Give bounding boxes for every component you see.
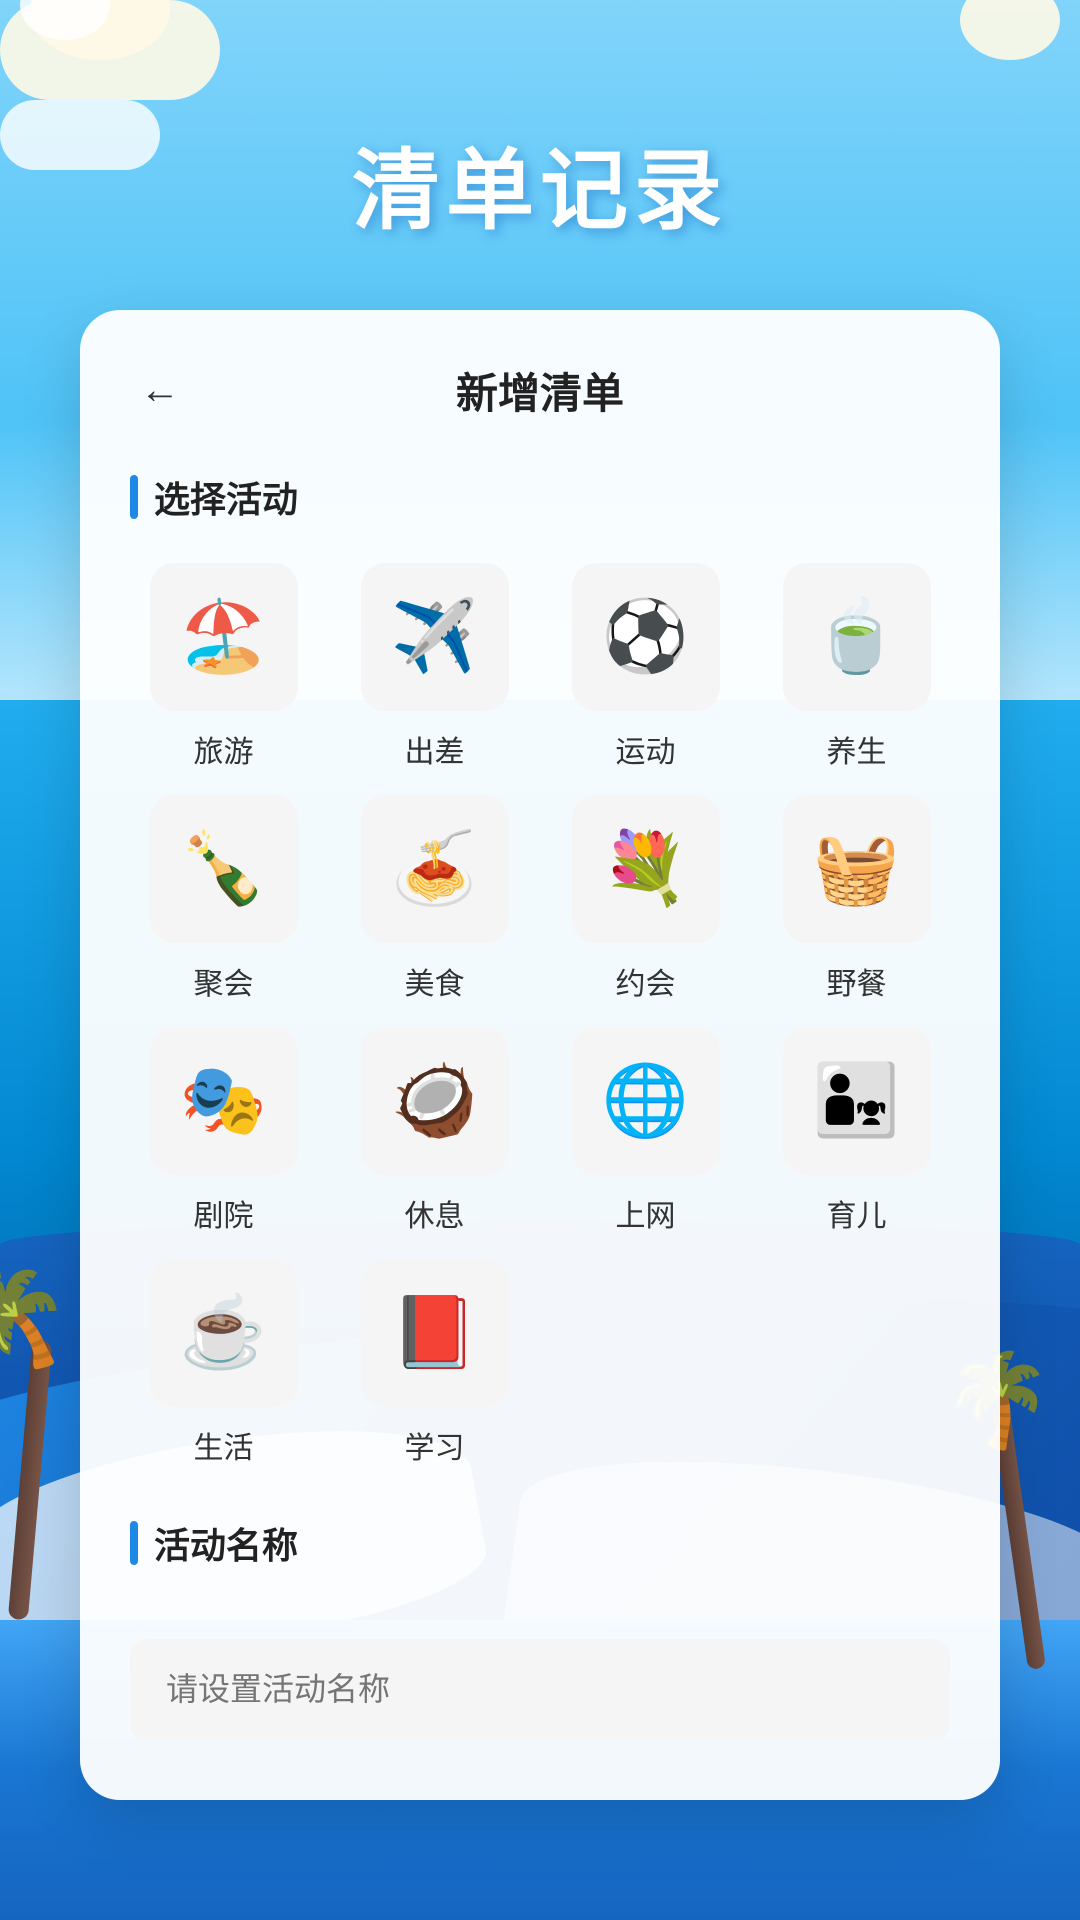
activity-label-life: 生活 xyxy=(194,1423,254,1467)
activity-icon-sports: ⚽ xyxy=(572,563,720,711)
activity-icon-business: ✈️ xyxy=(361,563,509,711)
activity-icon-life: ☕ xyxy=(150,1259,298,1407)
section-name-label-container: 活动名称 xyxy=(130,1517,950,1569)
activity-label-business: 出差 xyxy=(405,727,465,771)
main-card: ← 新增清单 选择活动 🏖️ 旅游 ✈️ 出差 ⚽ 运动 🍵 养生 🍾 聚会 🍝 美食 💐 约会 🧺 野餐 🎭 剧… xyxy=(80,310,1000,1800)
activity-item-travel[interactable]: 🏖️ 旅游 xyxy=(130,563,317,771)
activity-item-food[interactable]: 🍝 美食 xyxy=(341,795,528,1003)
activity-label-picnic: 野餐 xyxy=(827,959,887,1003)
activity-icon-party: 🍾 xyxy=(150,795,298,943)
activity-item-sports[interactable]: ⚽ 运动 xyxy=(552,563,739,771)
activity-label-date: 约会 xyxy=(616,959,676,1003)
activity-label-health: 养生 xyxy=(827,727,887,771)
activity-item-study[interactable]: 📕 学习 xyxy=(341,1259,528,1467)
activity-label-theater: 剧院 xyxy=(194,1191,254,1235)
activity-label-rest: 休息 xyxy=(405,1191,465,1235)
activity-icon-travel: 🏖️ xyxy=(150,563,298,711)
activity-label-travel: 旅游 xyxy=(194,727,254,771)
page-title: 清单记录 xyxy=(0,120,1080,247)
activity-item-health[interactable]: 🍵 养生 xyxy=(763,563,950,771)
activity-item-rest[interactable]: 🥥 休息 xyxy=(341,1027,528,1235)
activity-icon-internet: 🌐 xyxy=(572,1027,720,1175)
activity-icon-theater: 🎭 xyxy=(150,1027,298,1175)
activity-label-food: 美食 xyxy=(405,959,465,1003)
activity-icon-rest: 🥥 xyxy=(361,1027,509,1175)
activity-icon-food: 🍝 xyxy=(361,795,509,943)
activity-item-date[interactable]: 💐 约会 xyxy=(552,795,739,1003)
activity-item-party[interactable]: 🍾 聚会 xyxy=(130,795,317,1003)
card-title: 新增清单 xyxy=(456,360,624,421)
card-header: ← 新增清单 xyxy=(130,360,950,421)
activity-icon-health: 🍵 xyxy=(783,563,931,711)
section-activity-select: 选择活动 xyxy=(130,471,950,523)
activity-grid: 🏖️ 旅游 ✈️ 出差 ⚽ 运动 🍵 养生 🍾 聚会 🍝 美食 💐 约会 🧺 野餐 🎭 剧院 🥥 休息 🌐 上网 👨‍👧 育儿… xyxy=(130,563,950,1467)
activity-label-party: 聚会 xyxy=(194,959,254,1003)
activity-label-internet: 上网 xyxy=(616,1191,676,1235)
activity-label-parenting: 育儿 xyxy=(827,1191,887,1235)
section-activity-label: 选择活动 xyxy=(154,471,298,523)
back-button[interactable]: ← xyxy=(130,361,190,421)
activity-label-study: 学习 xyxy=(405,1423,465,1467)
activity-name-section: 活动名称 xyxy=(130,1517,950,1740)
activity-item-theater[interactable]: 🎭 剧院 xyxy=(130,1027,317,1235)
activity-item-internet[interactable]: 🌐 上网 xyxy=(552,1027,739,1235)
activity-label-sports: 运动 xyxy=(616,727,676,771)
activity-icon-study: 📕 xyxy=(361,1259,509,1407)
activity-name-input[interactable] xyxy=(130,1639,950,1740)
activity-icon-date: 💐 xyxy=(572,795,720,943)
activity-item-parenting[interactable]: 👨‍👧 育儿 xyxy=(763,1027,950,1235)
section-bar-activity xyxy=(130,475,138,519)
activity-item-life[interactable]: ☕ 生活 xyxy=(130,1259,317,1467)
activity-icon-parenting: 👨‍👧 xyxy=(783,1027,931,1175)
activity-item-picnic[interactable]: 🧺 野餐 xyxy=(763,795,950,1003)
activity-icon-picnic: 🧺 xyxy=(783,795,931,943)
section-name-label: 活动名称 xyxy=(154,1517,298,1569)
section-bar-name xyxy=(130,1521,138,1565)
activity-item-business[interactable]: ✈️ 出差 xyxy=(341,563,528,771)
